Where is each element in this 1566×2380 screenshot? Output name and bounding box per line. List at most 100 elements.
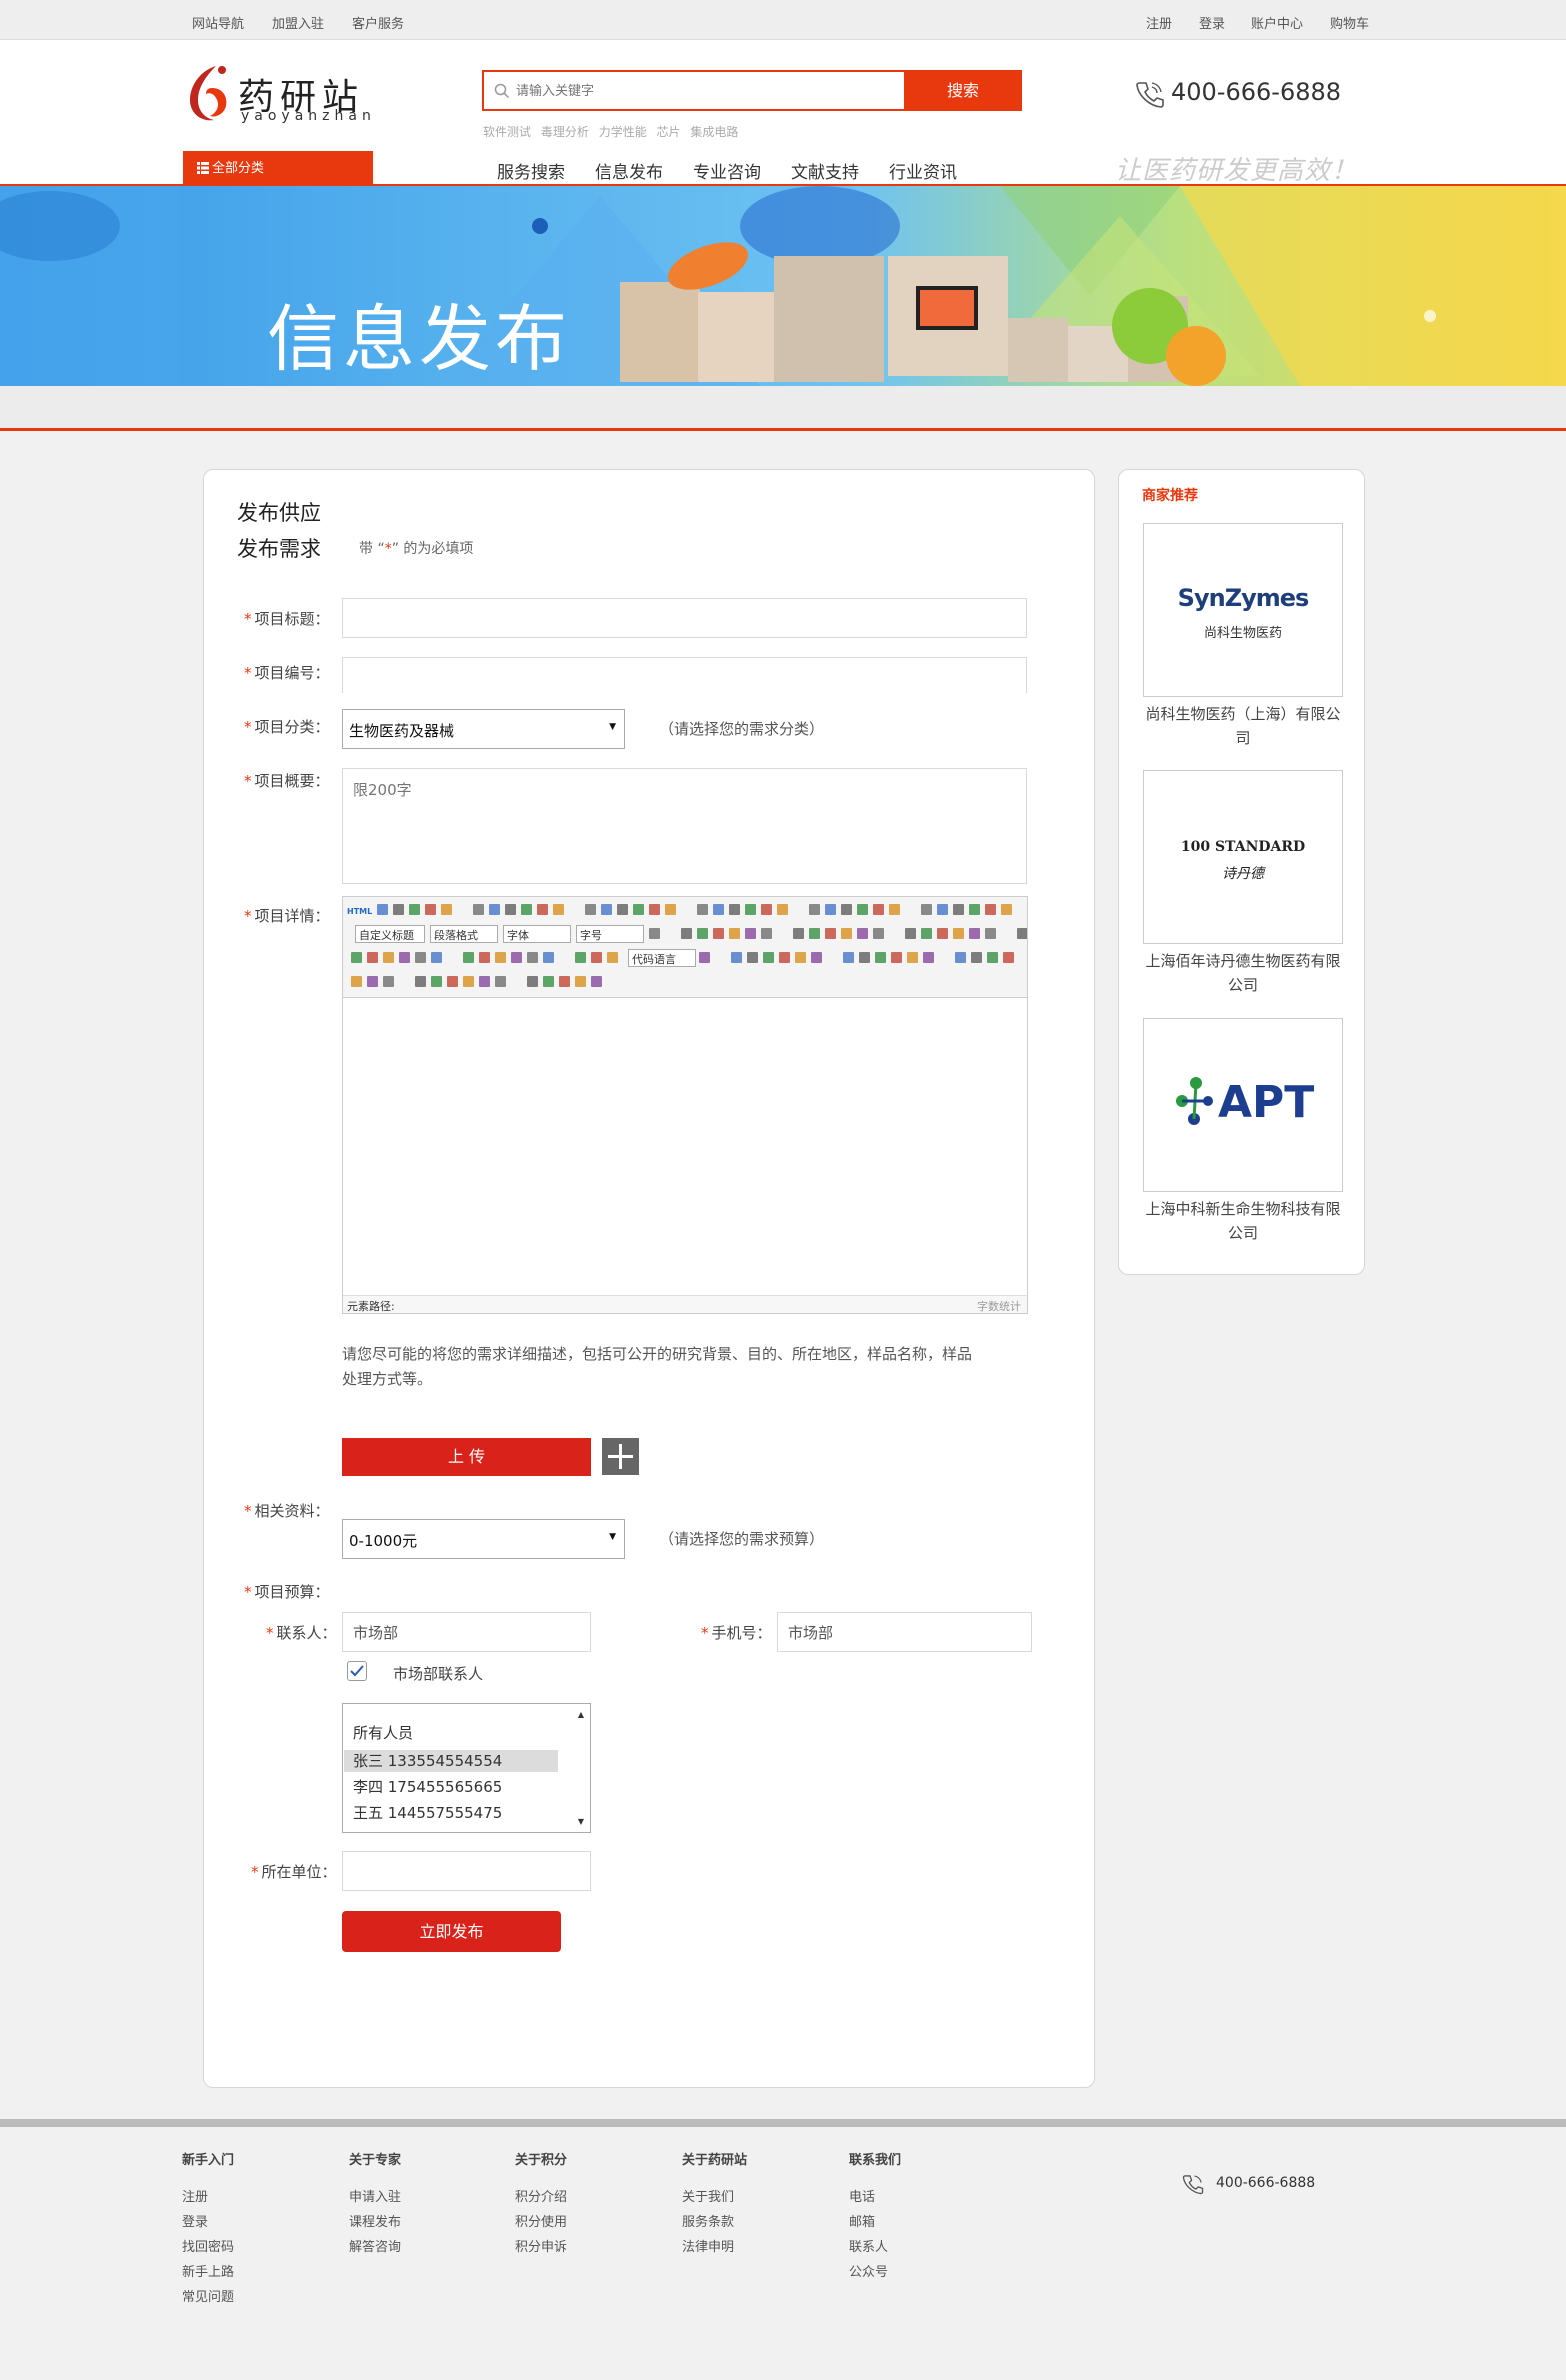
editor-tool-icon[interactable] [779,952,790,963]
editor-tool-icon[interactable] [699,952,710,963]
editor-tool-icon[interactable] [511,952,522,963]
editor-tool-icon[interactable] [649,928,660,939]
list-item[interactable]: 张三 133554554554 [353,1750,502,1771]
footer-link[interactable]: 积分申诉 [515,2236,567,2261]
editor-tool-icon[interactable] [953,928,964,939]
vendor-logo[interactable]: 100 STANDARD 诗丹德 [1143,770,1343,944]
editor-tool-icon[interactable] [795,952,806,963]
editor-tool-icon[interactable] [351,952,362,963]
editor-tool-icon[interactable] [969,928,980,939]
mobile-input[interactable]: 市场部 [777,1612,1032,1652]
editor-tool-icon[interactable] [811,952,822,963]
editor-tool-icon[interactable] [473,904,484,915]
code-language-select[interactable]: 代码语言 [628,949,696,967]
editor-tool-icon[interactable] [875,952,886,963]
editor-tool-icon[interactable] [495,952,506,963]
editor-tool-icon[interactable] [399,952,410,963]
editor-tool-icon[interactable] [521,904,532,915]
footer-link[interactable]: 法律申明 [682,2236,747,2261]
editor-tool-icon[interactable] [591,952,602,963]
editor-tool-icon[interactable] [905,928,916,939]
editor-tool-icon[interactable] [351,976,362,987]
editor-tool-icon[interactable] [425,904,436,915]
editor-tool-icon[interactable] [953,904,964,915]
editor-tool-icon[interactable] [681,928,692,939]
summary-textarea[interactable] [342,768,1027,884]
footer-link[interactable]: 关于我们 [682,2186,747,2211]
vendor-logo[interactable]: SynZymes 尚科生物医药 [1143,523,1343,697]
footer-link[interactable]: 课程发布 [349,2211,401,2236]
editor-tool-icon[interactable] [377,904,388,915]
title-input[interactable] [342,598,1027,638]
footer-link[interactable]: 积分介绍 [515,2186,567,2211]
editor-tool-icon[interactable] [505,904,516,915]
nav-service-search[interactable]: 服务搜索 [497,158,565,183]
editor-tool-icon[interactable] [713,904,724,915]
budget-select[interactable]: 0-1000元 ▼ [342,1519,625,1559]
editor-tool-icon[interactable] [431,976,442,987]
editor-tool-icon[interactable] [891,952,902,963]
footer-link[interactable]: 服务条款 [682,2211,747,2236]
vendor-logo[interactable]: APT [1143,1018,1343,1192]
footer-link[interactable]: 找回密码 [182,2236,234,2261]
editor-tool-icon[interactable] [617,904,628,915]
scroll-down-icon[interactable]: ▼ [578,1817,584,1826]
editor-tool-icon[interactable] [697,904,708,915]
nav-literature[interactable]: 文献支持 [791,158,859,183]
tab-publish-demand[interactable]: 发布需求 [237,533,321,563]
editor-tool-icon[interactable] [553,904,564,915]
scroll-up-icon[interactable]: ▲ [578,1710,584,1719]
editor-tool-icon[interactable] [415,976,426,987]
nav-info-publish[interactable]: 信息发布 [595,158,663,183]
editor-tool-icon[interactable] [393,904,404,915]
editor-tool-icon[interactable] [857,928,868,939]
editor-tool-icon[interactable] [987,952,998,963]
footer-link[interactable]: 联系人 [849,2236,901,2261]
editor-tool-icon[interactable] [527,976,538,987]
editor-tool-icon[interactable] [825,904,836,915]
editor-tool-icon[interactable] [747,952,758,963]
editor-tool-icon[interactable] [409,904,420,915]
editor-tool-icon[interactable] [447,976,458,987]
editor-tool-icon[interactable] [527,952,538,963]
list-item[interactable]: 所有人员 [353,1722,413,1743]
editor-tool-icon[interactable] [559,976,570,987]
unit-input[interactable] [342,1851,591,1891]
hot-word[interactable]: 软件测试 [483,125,531,139]
editor-tool-icon[interactable] [859,952,870,963]
editor-tool-icon[interactable] [591,976,602,987]
editor-tool-icon[interactable] [495,976,506,987]
editor-tool-icon[interactable] [777,904,788,915]
footer-link[interactable]: 解答咨询 [349,2236,401,2261]
editor-tool-icon[interactable] [489,904,500,915]
hot-word[interactable]: 力学性能 [599,125,647,139]
footer-link[interactable]: 电话 [849,2186,901,2211]
editor-tool-icon[interactable] [431,952,442,963]
html-source-button[interactable]: HTML [347,907,372,916]
add-file-button[interactable] [602,1438,639,1475]
editor-tool-icon[interactable] [763,952,774,963]
editor-tool-icon[interactable] [543,976,554,987]
editor-tool-icon[interactable] [607,952,618,963]
logo-icon[interactable] [182,60,234,126]
top-link-join[interactable]: 加盟入驻 [272,13,324,32]
submit-button[interactable]: 立即发布 [342,1911,561,1952]
editor-tool-icon[interactable] [441,904,452,915]
editor-tool-icon[interactable] [367,976,378,987]
editor-tool-icon[interactable] [649,904,660,915]
editor-tool-icon[interactable] [809,904,820,915]
editor-tool-icon[interactable] [873,928,884,939]
footer-link[interactable]: 申请入驻 [349,2186,401,2211]
editor-tool-icon[interactable] [479,976,490,987]
editor-tool-icon[interactable] [923,952,934,963]
vendor-name[interactable]: 尚科生物医药（上海）有限公司 [1139,702,1347,750]
paragraph-format-select[interactable]: 段落格式 [430,925,498,943]
editor-tool-icon[interactable] [761,928,772,939]
nav-news[interactable]: 行业资讯 [889,158,957,183]
editor-tool-icon[interactable] [921,904,932,915]
footer-link[interactable]: 注册 [182,2186,234,2211]
list-item[interactable]: 王五 144557555475 [353,1802,502,1823]
people-listbox[interactable]: 所有人员 张三 133554554554 李四 175455565665 王五 … [342,1703,591,1833]
vendor-name[interactable]: 上海中科新生命生物科技有限公司 [1139,1197,1347,1245]
editor-tool-icon[interactable] [841,904,852,915]
